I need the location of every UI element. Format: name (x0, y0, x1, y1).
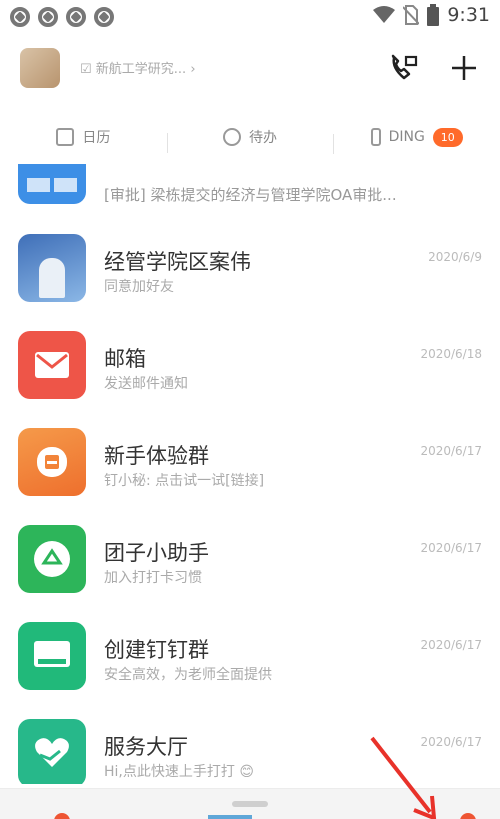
no-sim-icon (403, 5, 420, 25)
list-item[interactable]: 经管学院区案伟 同意加好友 2020/6/9 (0, 220, 500, 317)
list-item[interactable]: [审批] 梁栋提交的经济与管理学院OA审批... (0, 164, 500, 220)
list-item-subtitle: 加入打打卡习惯 (104, 570, 202, 586)
app-header: ☑ 新航工学研究... › (0, 40, 500, 96)
clock-time: 9:31 (447, 4, 490, 26)
list-item-subtitle: 发送邮件通知 (104, 376, 188, 392)
list-item-date: 2020/6/18 (420, 347, 482, 361)
nav-item-icon[interactable] (460, 813, 476, 819)
settings-icon (94, 7, 114, 27)
status-bar: 9:31 (0, 0, 500, 34)
drag-handle[interactable] (232, 801, 268, 807)
plus-icon[interactable] (448, 52, 480, 84)
list-item-date: 2020/6/17 (420, 444, 482, 458)
org-avatar[interactable] (20, 48, 60, 88)
nav-item-selected-icon[interactable] (208, 815, 252, 819)
list-item-date: 2020/6/17 (420, 638, 482, 652)
group-icon (18, 622, 86, 690)
settings-icon (10, 7, 30, 27)
list-item-subtitle: 钉小秘: 点击试一试[链接] (104, 473, 265, 489)
tab-calendar[interactable]: 日历 (0, 127, 167, 147)
list-item-subtitle: [审批] 梁栋提交的经济与管理学院OA审批... (104, 186, 397, 204)
annotation-arrow (370, 736, 437, 819)
approval-icon (18, 164, 86, 204)
list-item-title: 经管学院区案伟 (104, 250, 251, 274)
list-item-title: 团子小助手 (104, 541, 209, 565)
wifi-icon (373, 6, 396, 23)
list-item-subtitle: Hi,点此快速上手打打 😊 (104, 764, 254, 780)
heart-hand-icon (18, 719, 86, 784)
tab-label: 日历 (82, 130, 111, 146)
list-item[interactable]: 邮箱 发送邮件通知 2020/6/18 (0, 317, 500, 414)
call-icon[interactable] (388, 52, 420, 84)
settings-icon (38, 7, 58, 27)
todo-icon (223, 128, 241, 146)
list-item-title: 邮箱 (104, 347, 146, 371)
tab-ding[interactable]: DING 10 (333, 127, 500, 154)
ding-badge: 10 (432, 127, 463, 147)
list-item[interactable]: 团子小助手 加入打打卡习惯 2020/6/17 (0, 511, 500, 608)
list-item-title: 新手体验群 (104, 444, 209, 468)
list-item-subtitle: 安全高效，为老师全面提供 (104, 667, 272, 683)
list-item-subtitle: 同意加好友 (104, 279, 174, 295)
chat-icon (18, 428, 86, 496)
conversation-list[interactable]: [审批] 梁栋提交的经济与管理学院OA审批... 经管学院区案伟 同意加好友 2… (0, 164, 500, 784)
tab-todo[interactable]: 待办 (166, 127, 334, 153)
list-item[interactable]: 创建钉钉群 安全高效，为老师全面提供 2020/6/17 (0, 608, 500, 705)
recycle-icon (18, 525, 86, 593)
mail-icon (18, 331, 86, 399)
ding-icon (370, 128, 381, 146)
list-item-title: 创建钉钉群 (104, 638, 209, 662)
calendar-icon (56, 128, 75, 146)
settings-icon (66, 7, 86, 27)
list-item-date: 2020/6/17 (420, 541, 482, 555)
person-photo (18, 234, 86, 302)
nav-item-icon[interactable] (54, 813, 70, 819)
notification-icons (10, 7, 114, 27)
battery-icon (427, 4, 440, 26)
tab-label: 待办 (249, 130, 277, 146)
list-item-date: 2020/6/9 (428, 250, 482, 264)
org-switcher[interactable]: ☑ 新航工学研究... › (80, 58, 280, 77)
list-item-title: 服务大厅 (104, 735, 188, 759)
tab-label: DING (388, 129, 425, 145)
quick-tabs: 日历 待办 DING 10 (0, 114, 500, 160)
list-item[interactable]: 新手体验群 钉小秘: 点击试一试[链接] 2020/6/17 (0, 414, 500, 511)
